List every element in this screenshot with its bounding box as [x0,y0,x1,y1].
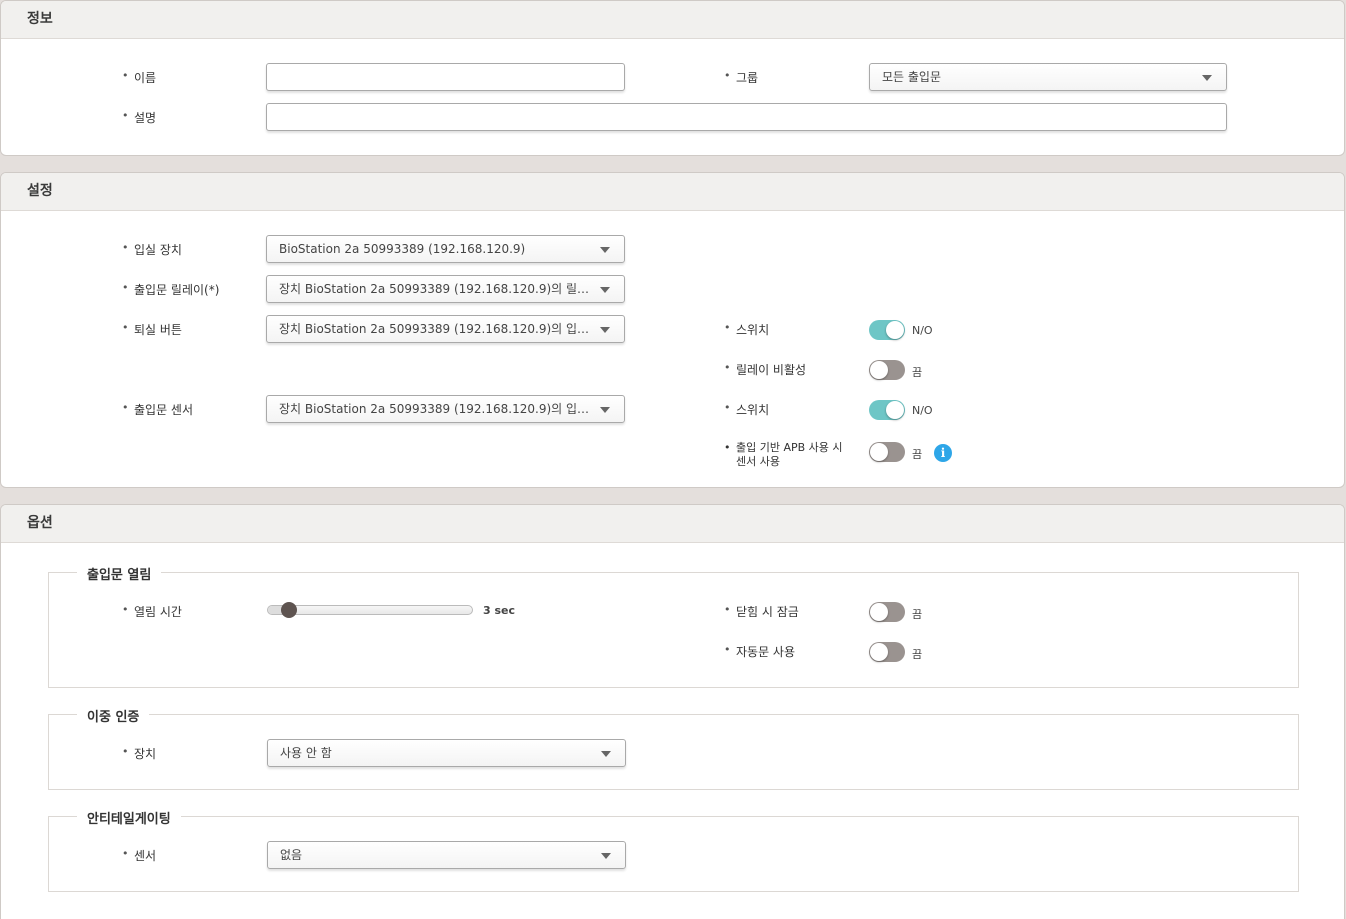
switch1-label: 스위치 [724,321,769,338]
open-time-value: 3 sec [483,604,516,617]
group-select[interactable]: 모든 출입문 [869,63,1227,91]
antitailgating-sensor-value: 없음 [280,848,303,862]
dual-auth-device-label: 장치 [122,745,156,762]
open-time-slider[interactable] [267,605,473,615]
toggle-knob [870,361,888,379]
dual-auth-device-select[interactable]: 사용 안 함 [267,739,626,767]
apb-label-line2: 센서 사용 [736,455,780,468]
name-input[interactable] [266,63,625,91]
dual-auth-device-value: 사용 안 함 [280,746,332,760]
antitailgating-sensor-select[interactable]: 없음 [267,841,626,869]
chevron-down-icon [601,853,611,859]
lock-on-close-toggle[interactable] [869,602,905,622]
switch2-toggle[interactable] [869,400,905,420]
exit-button-label: 퇴실 버튼 [122,321,182,338]
entry-device-select[interactable]: BioStation 2a 50993389 (192.168.120.9) [266,235,625,263]
switch2-state: N/O [912,404,933,417]
name-label: 이름 [122,69,156,86]
switch1-toggle[interactable] [869,320,905,340]
info-icon[interactable]: i [934,444,952,462]
toggle-knob [870,643,888,661]
info-panel-title: 정보 [1,1,1344,39]
chevron-down-icon [600,247,610,253]
bullet: • [724,441,731,454]
door-sensor-value: 장치 BioStation 2a 50993389 (192.168.120.9… [279,402,600,416]
group-label: 그룹 [724,69,758,86]
switch2-label: 스위치 [724,401,769,418]
chevron-down-icon [600,407,610,413]
settings-panel: 설정 입실 장치 BioStation 2a 50993389 (192.168… [0,172,1345,488]
switch1-state: N/O [912,324,933,337]
chevron-down-icon [1202,75,1212,81]
info-panel: 정보 이름 그룹 모든 출입문 설명 [0,0,1345,156]
relay-inactive-toggle[interactable] [869,360,905,380]
entry-device-value: BioStation 2a 50993389 (192.168.120.9) [279,242,526,256]
toggle-knob [886,321,904,339]
toggle-knob [870,603,888,621]
lock-on-close-state: 끔 [912,608,923,621]
lock-on-close-label: 닫힘 시 잠금 [724,603,799,620]
door-open-legend: 출입문 열림 [77,564,162,583]
exit-button-select[interactable]: 장치 BioStation 2a 50993389 (192.168.120.9… [266,315,625,343]
antitailgating-legend: 안티테일게이팅 [77,808,181,827]
auto-door-toggle[interactable] [869,642,905,662]
apb-sensor-toggle[interactable] [869,442,905,462]
chevron-down-icon [600,327,610,333]
entry-device-label: 입실 장치 [122,241,182,258]
relay-inactive-label: 릴레이 비활성 [724,361,806,378]
auto-door-label: 자동문 사용 [724,643,795,660]
apb-sensor-label: • 출입 기반 APB 사용 시 센서 사용 [724,441,843,469]
settings-panel-title: 설정 [1,173,1344,211]
toggle-knob [870,443,888,461]
options-panel-title: 옵션 [1,505,1344,543]
door-relay-select[interactable]: 장치 BioStation 2a 50993389 (192.168.120.9… [266,275,625,303]
description-label: 설명 [122,109,156,126]
dual-auth-fieldset: 이중 인증 장치 사용 안 함 [48,706,1299,790]
apb-sensor-state: 끔 [912,448,923,461]
door-open-fieldset: 출입문 열림 열림 시간 3 sec 닫힘 시 잠금 끔 자동문 사용 끔 [48,564,1299,688]
door-relay-label: 출입문 릴레이(*) [122,281,219,298]
description-input[interactable] [266,103,1227,131]
exit-button-value: 장치 BioStation 2a 50993389 (192.168.120.9… [279,322,600,336]
open-time-slider-thumb[interactable] [281,602,297,618]
options-panel: 옵션 출입문 열림 열림 시간 3 sec 닫힘 시 잠금 끔 자동문 사용 끔… [0,504,1345,919]
chevron-down-icon [601,751,611,757]
auto-door-state: 끔 [912,648,923,661]
door-sensor-select[interactable]: 장치 BioStation 2a 50993389 (192.168.120.9… [266,395,625,423]
antitailgating-sensor-label: 센서 [122,847,156,864]
dual-auth-legend: 이중 인증 [77,706,150,725]
group-select-value: 모든 출입문 [882,70,942,84]
open-time-label: 열림 시간 [122,603,182,620]
door-sensor-label: 출입문 센서 [122,401,193,418]
antitailgating-fieldset: 안티테일게이팅 센서 없음 [48,808,1299,892]
relay-inactive-state: 끔 [912,366,923,379]
door-relay-value: 장치 BioStation 2a 50993389 (192.168.120.9… [279,282,611,296]
toggle-knob [886,401,904,419]
chevron-down-icon [600,287,610,293]
apb-label-line1: 출입 기반 APB 사용 시 [736,441,843,454]
